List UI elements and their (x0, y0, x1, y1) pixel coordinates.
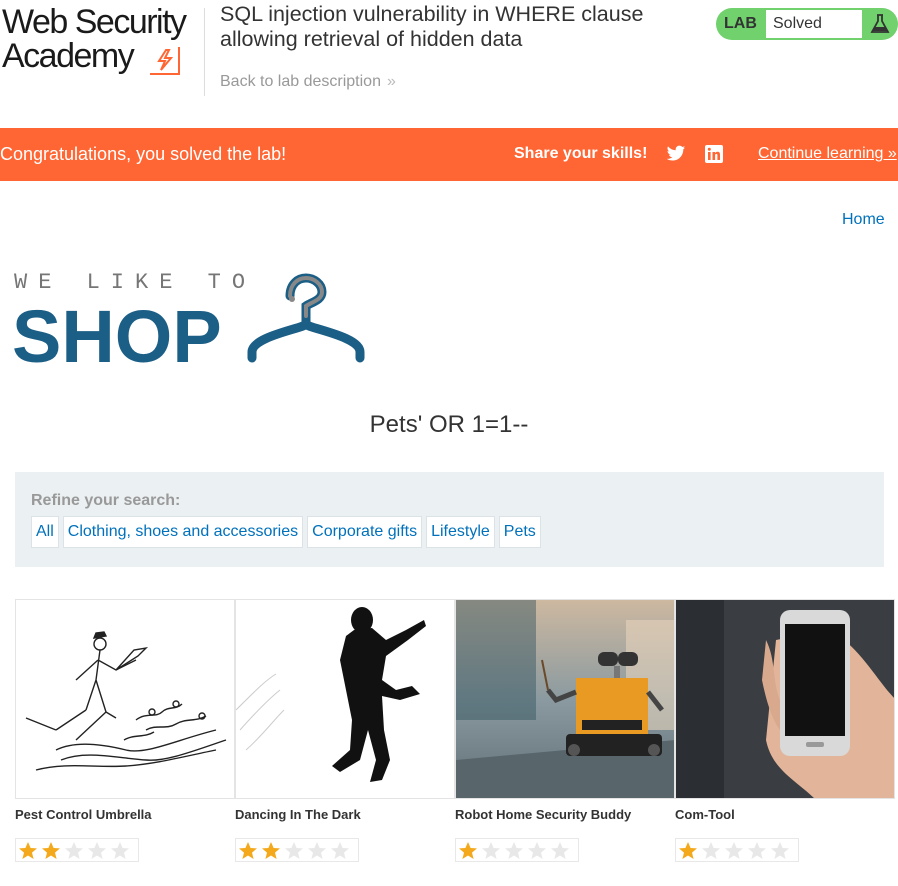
empty-star-icon (285, 842, 303, 859)
twitter-icon[interactable] (666, 145, 686, 163)
shop-logo-title: SHOP (12, 295, 222, 378)
header-divider (204, 8, 205, 96)
filled-star-icon (19, 842, 37, 859)
filled-star-icon (262, 842, 280, 859)
flask-icon (866, 10, 894, 38)
product-card[interactable]: Dancing In The Dark (235, 599, 455, 862)
back-link-label: Back to lab description (220, 73, 381, 90)
empty-star-icon (331, 842, 349, 859)
search-term-heading: Pets' OR 1=1-- (369, 411, 529, 438)
filters-panel: Refine your search: All Clothing, shoes … (15, 472, 884, 567)
shop-logo-tagline: WE LIKE TO (14, 270, 257, 295)
product-name[interactable]: Robot Home Security Buddy (455, 807, 675, 822)
empty-star-icon (702, 842, 720, 859)
empty-star-icon (505, 842, 523, 859)
product-name[interactable]: Dancing In The Dark (235, 807, 455, 822)
empty-star-icon (65, 842, 83, 859)
filter-lifestyle[interactable]: Lifestyle (426, 516, 495, 548)
refine-search-label: Refine your search: (31, 492, 181, 509)
rating-stars (15, 838, 139, 862)
rating-stars (675, 838, 799, 862)
academy-header: Web Security Academy SQL injection vulne… (0, 0, 898, 128)
double-chevron-right-icon: » (883, 145, 897, 162)
empty-star-icon (111, 842, 129, 859)
filled-star-icon (42, 842, 60, 859)
share-skills-label: Share your skills! (514, 145, 648, 162)
filter-list: All Clothing, shoes and accessories Corp… (31, 516, 541, 548)
home-link[interactable]: Home (842, 211, 885, 229)
product-name[interactable]: Com-Tool (675, 807, 895, 822)
double-chevron-right-icon: » (386, 73, 396, 90)
empty-star-icon (88, 842, 106, 859)
smartphone-photo-image[interactable] (675, 599, 895, 799)
back-to-lab-description-link[interactable]: Back to lab description » (220, 73, 396, 91)
empty-star-icon (308, 842, 326, 859)
empty-star-icon (725, 842, 743, 859)
dancing-silhouette-image[interactable] (235, 599, 455, 799)
lab-status-value: Solved (766, 10, 862, 38)
filled-star-icon (459, 842, 477, 859)
rating-stars (455, 838, 579, 862)
rating-stars (235, 838, 359, 862)
product-card[interactable]: Com-Tool (675, 599, 895, 862)
hanger-icon (247, 273, 365, 363)
logo-line-1: Web Security (2, 3, 187, 41)
filter-corporate-gifts[interactable]: Corporate gifts (307, 516, 423, 548)
lab-title: SQL injection vulnerability in WHERE cla… (220, 2, 644, 51)
lab-status-label: LAB (724, 15, 757, 32)
lab-status-badge: LAB Solved (716, 8, 898, 40)
robot-photo-image[interactable] (455, 599, 675, 799)
umbrella-sketch-image[interactable] (15, 599, 235, 799)
empty-star-icon (551, 842, 569, 859)
empty-star-icon (771, 842, 789, 859)
solved-notification-banner: Congratulations, you solved the lab! Sha… (0, 128, 898, 181)
filled-star-icon (679, 842, 697, 859)
empty-star-icon (748, 842, 766, 859)
empty-star-icon (528, 842, 546, 859)
linkedin-icon[interactable] (705, 145, 723, 163)
continue-learning-link[interactable]: Continue learning » (758, 145, 897, 163)
we-like-to-shop-logo[interactable]: WE LIKE TO SHOP (12, 268, 374, 378)
filled-star-icon (239, 842, 257, 859)
filter-all[interactable]: All (31, 516, 59, 548)
product-card[interactable]: Robot Home Security Buddy (455, 599, 675, 862)
web-security-academy-logo[interactable]: Web Security Academy (2, 4, 202, 84)
continue-learning-label: Continue learning (758, 145, 884, 162)
filter-clothing[interactable]: Clothing, shoes and accessories (62, 516, 304, 548)
logo-bolt-icon (150, 47, 180, 75)
empty-star-icon (482, 842, 500, 859)
product-name[interactable]: Pest Control Umbrella (15, 807, 235, 822)
congratulations-message: Congratulations, you solved the lab! (0, 144, 287, 164)
product-grid: Pest Control Umbrella Dancing In The Dar… (15, 599, 898, 886)
filter-pets[interactable]: Pets (498, 516, 541, 548)
product-card[interactable]: Pest Control Umbrella (15, 599, 235, 862)
